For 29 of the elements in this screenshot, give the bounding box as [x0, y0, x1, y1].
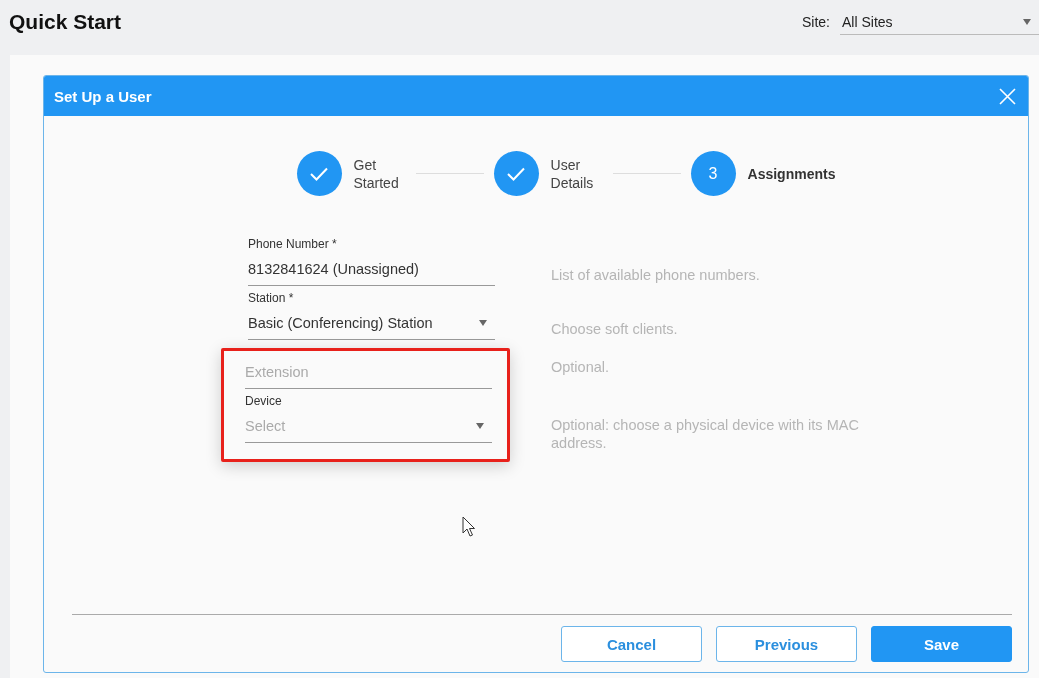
dropdown-field[interactable]: Select	[245, 413, 492, 443]
field-hint: Optional.	[551, 358, 611, 376]
close-icon[interactable]	[999, 87, 1016, 105]
step-label: Get Started	[353, 155, 400, 192]
step-label: User Details	[550, 155, 595, 192]
caret-icon	[479, 320, 487, 326]
check-icon	[506, 165, 527, 182]
dialog-button[interactable]: Cancel	[561, 626, 702, 662]
field-label: Station *	[248, 290, 295, 306]
dialog-button[interactable]: Previous	[716, 626, 857, 662]
cursor-icon	[462, 516, 476, 538]
caret-icon	[1023, 18, 1031, 25]
page-title: Quick Start	[9, 10, 123, 34]
dropdown-field[interactable]: Basic (Conferencing) Station	[248, 310, 495, 340]
field-label: Device	[245, 393, 283, 409]
check-icon	[309, 165, 330, 182]
input-field[interactable]: Extension	[245, 359, 492, 389]
field-hint: Optional: choose a physical device with its MAC address.	[551, 416, 860, 452]
field-hint: List of available phone numbers.	[551, 266, 761, 284]
site-label: Site:	[802, 14, 830, 30]
dialog-title: Set Up a User	[54, 87, 152, 105]
input-field[interactable]: 8132841624 (Unassigned)	[248, 256, 495, 286]
dialog-button[interactable]: Save	[871, 626, 1012, 662]
step-number: 3	[708, 164, 718, 183]
field-label: Phone Number *	[248, 236, 338, 252]
site-dropdown[interactable]: All Sites	[840, 9, 1039, 35]
caret-icon	[476, 423, 484, 429]
step-label: Assignments	[747, 164, 836, 183]
field-hint: Choose soft clients.	[551, 320, 679, 338]
